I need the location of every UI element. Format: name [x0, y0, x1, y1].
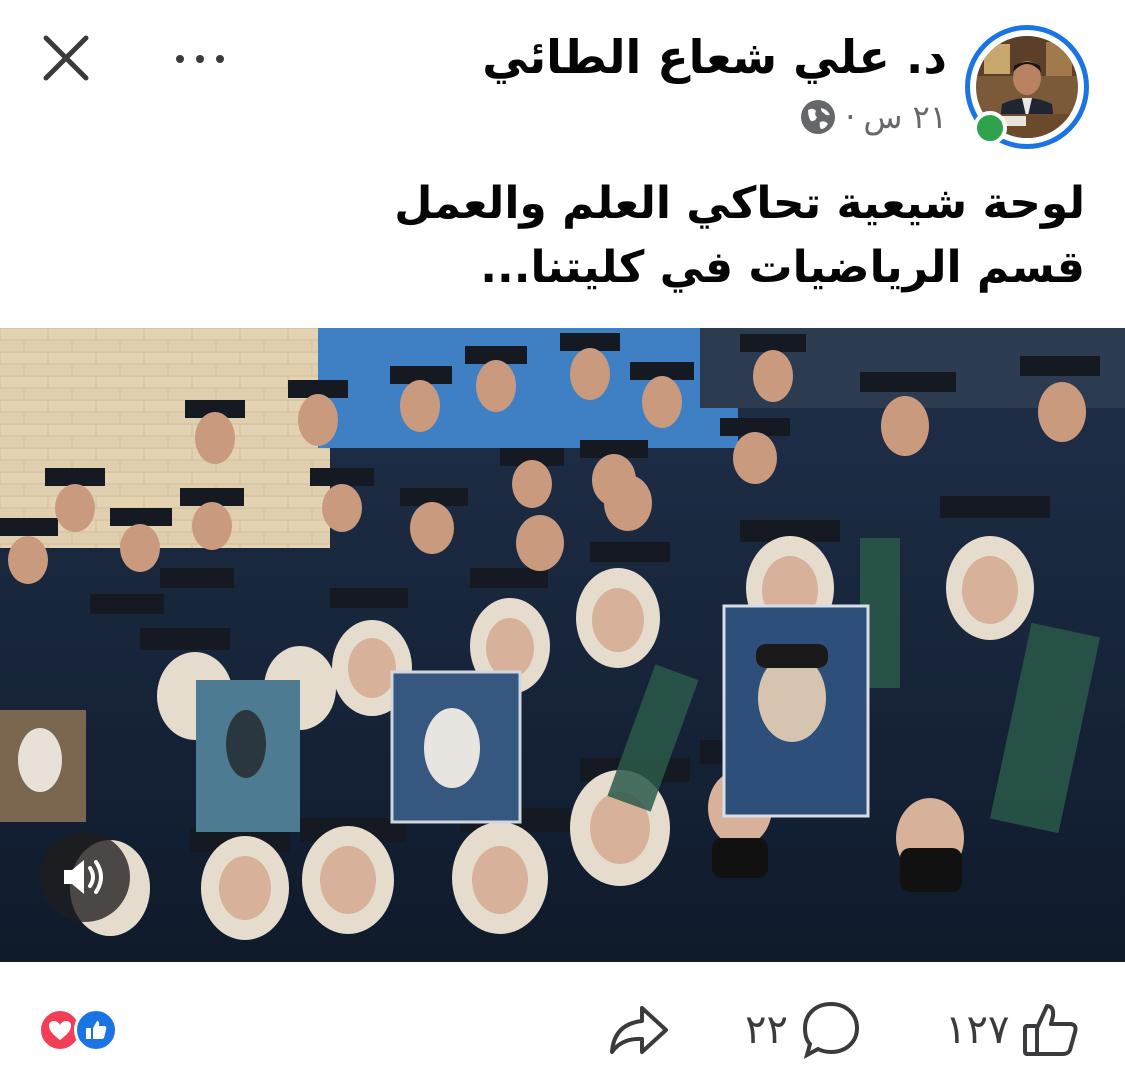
likes-count: ١٢٧ [945, 1007, 1010, 1053]
post-video[interactable] [0, 328, 1125, 962]
author-avatar[interactable] [965, 25, 1089, 149]
caption-line: لوحة شيعية تحاكي العلم والعمل [394, 178, 1085, 229]
speaker-icon [64, 860, 103, 894]
share-icon [610, 1006, 668, 1054]
more-icon[interactable] [170, 38, 230, 78]
post-meta: ٢١ س · [799, 98, 947, 136]
comment-button[interactable]: ٢٢ [745, 1000, 862, 1060]
like-button[interactable]: ١٢٧ [945, 1000, 1081, 1060]
graduation-video-frame [0, 328, 1125, 962]
thumbs-up-icon [1023, 1004, 1078, 1056]
post-header: د. علي شعاع الطائي ٢١ س · لوحة شيعية تحا… [0, 0, 1125, 293]
comments-count: ٢٢ [745, 1007, 788, 1053]
post-caption: لوحة شيعية تحاكي العلم والعمل قسم الرياض… [85, 172, 1085, 300]
caption-line[interactable]: قسم الرياضيات في كليتنا... [85, 236, 1085, 300]
comment-icon [802, 1001, 859, 1060]
globe-icon [801, 100, 836, 134]
post-time[interactable]: ٢١ س [863, 98, 947, 136]
online-indicator [973, 111, 1007, 145]
close-icon[interactable] [38, 30, 94, 86]
reaction-summary[interactable] [38, 1008, 128, 1052]
like-reaction-icon [74, 1008, 118, 1052]
post-footer: ٢٢ ١٢٧ [0, 962, 1125, 1084]
author-name[interactable]: د. علي شعاع الطائي [482, 30, 947, 84]
sound-toggle-button[interactable] [40, 832, 130, 922]
meta-separator: · [845, 98, 856, 136]
share-button[interactable] [606, 1000, 672, 1060]
